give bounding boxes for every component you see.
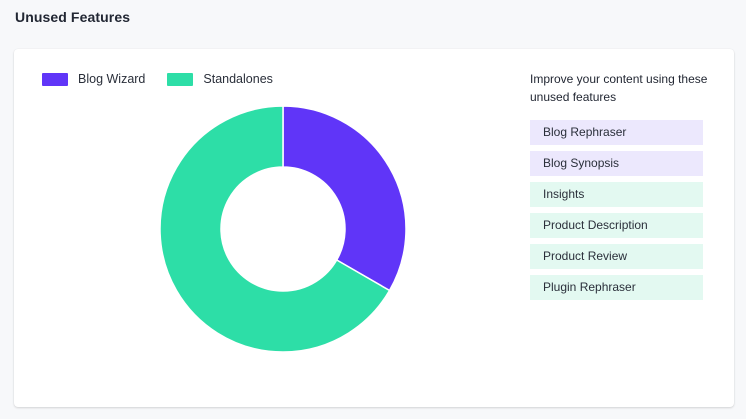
unused-features-page: Unused Features Blog Wizard Standalones … [0,0,746,419]
unused-features-heading: Improve your content using these unused … [530,72,708,104]
feature-item-insights[interactable]: Insights [530,182,703,207]
chart-legend: Blog Wizard Standalones [42,72,273,86]
feature-list: Blog Rephraser Blog Synopsis Insights Produ… [530,120,718,300]
donut-slice-blog-wizard[interactable] [282,105,406,292]
feature-item-product-description[interactable]: Product Description [530,213,703,238]
donut-chart [160,105,406,353]
legend-swatch-standalones [167,72,194,86]
legend-item-standalones[interactable]: Standalones [167,72,273,86]
feature-item-product-review[interactable]: Product Review [530,244,703,269]
feature-item-blog-rephraser[interactable]: Blog Rephraser [530,120,703,145]
unused-features-panel: Improve your content using these unused … [530,70,718,306]
legend-label-blog-wizard: Blog Wizard [78,72,146,86]
unused-features-card: Blog Wizard Standalones Improve your con… [14,49,734,407]
page-title: Unused Features [15,9,131,25]
legend-label-standalones: Standalones [203,72,273,86]
legend-swatch-blog-wizard [42,72,68,86]
legend-item-blog-wizard[interactable]: Blog Wizard [42,72,145,86]
feature-item-plugin-rephraser[interactable]: Plugin Rephraser [530,275,703,300]
feature-item-blog-synopsis[interactable]: Blog Synopsis [530,151,703,176]
